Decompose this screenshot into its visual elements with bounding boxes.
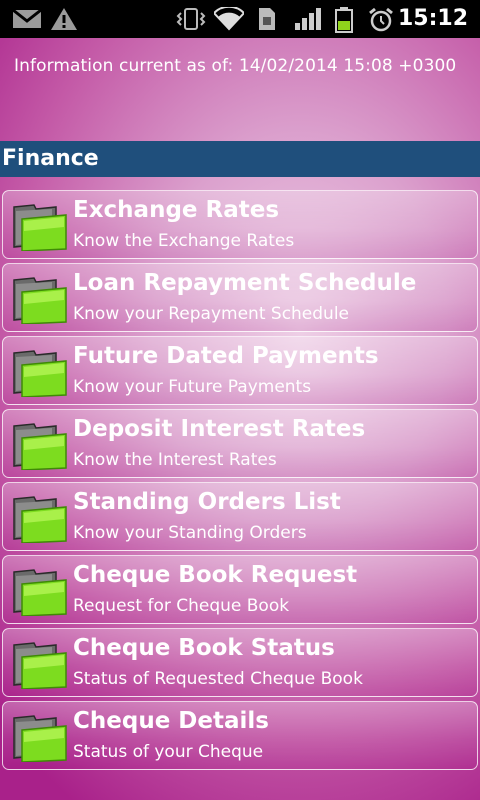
menu-item-title: Cheque Details <box>73 708 269 734</box>
menu-item-loan-repayment-schedule[interactable]: Loan Repayment Schedule Know your Repaym… <box>2 263 478 332</box>
clock-time: 15:12 <box>397 6 468 31</box>
menu-item-standing-orders-list[interactable]: Standing Orders List Know your Standing … <box>2 482 478 551</box>
folder-icon <box>12 422 68 471</box>
menu-item-cheque-book-status[interactable]: Cheque Book Status Status of Requested C… <box>2 628 478 697</box>
menu-item-cheque-book-request[interactable]: Cheque Book Request Request for Cheque B… <box>2 555 478 624</box>
folder-icon <box>12 349 68 398</box>
section-header-finance: Finance <box>0 141 480 177</box>
signal-icon <box>294 7 322 35</box>
menu-item-future-dated-payments[interactable]: Future Dated Payments Know your Future P… <box>2 336 478 405</box>
info-timestamp: Information current as of: 14/02/2014 15… <box>14 56 457 76</box>
warning-icon <box>50 7 78 35</box>
menu-item-subtitle: Know the Interest Rates <box>73 450 277 470</box>
status-bar: 15:12 <box>0 0 480 38</box>
folder-icon <box>12 568 68 617</box>
menu-item-title: Exchange Rates <box>73 197 280 223</box>
menu-item-title: Standing Orders List <box>73 489 341 515</box>
menu-item-exchange-rates[interactable]: Exchange Rates Know the Exchange Rates <box>2 190 478 259</box>
mail-icon <box>12 7 42 35</box>
folder-icon <box>12 276 68 325</box>
menu-item-subtitle: Know your Future Payments <box>73 377 312 397</box>
menu-item-subtitle: Know your Repayment Schedule <box>73 304 350 324</box>
folder-icon <box>12 714 68 763</box>
menu-item-subtitle: Status of Requested Cheque Book <box>73 669 363 689</box>
menu-item-cheque-details[interactable]: Cheque Details Status of your Cheque <box>2 701 478 770</box>
folder-icon <box>12 641 68 690</box>
menu-item-title: Future Dated Payments <box>73 343 379 369</box>
menu-item-title: Cheque Book Status <box>73 635 335 661</box>
vibrate-icon <box>174 7 208 35</box>
menu-item-deposit-interest-rates[interactable]: Deposit Interest Rates Know the Interest… <box>2 409 478 478</box>
menu-item-subtitle: Know your Standing Orders <box>73 523 307 543</box>
battery-icon <box>334 7 354 37</box>
menu-item-title: Cheque Book Request <box>73 562 358 588</box>
folder-icon <box>12 203 68 252</box>
folder-icon <box>12 495 68 544</box>
menu-item-title: Loan Repayment Schedule <box>73 270 417 296</box>
menu-item-subtitle: Status of your Cheque <box>73 742 264 762</box>
menu-item-title: Deposit Interest Rates <box>73 416 366 442</box>
wifi-icon <box>212 5 246 35</box>
menu-item-subtitle: Know the Exchange Rates <box>73 231 295 251</box>
alarm-icon <box>368 7 394 37</box>
sim-icon <box>256 7 278 35</box>
menu-item-subtitle: Request for Cheque Book <box>73 596 290 616</box>
